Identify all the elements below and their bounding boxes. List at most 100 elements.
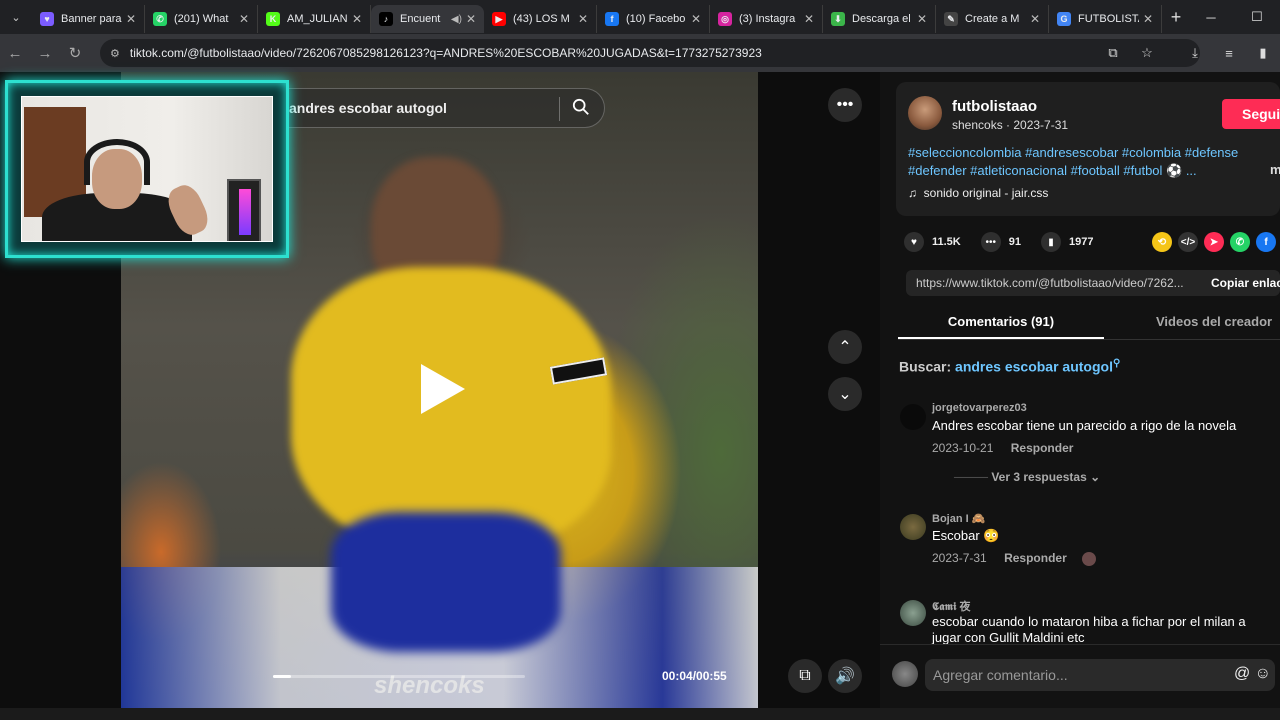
- tab-comments[interactable]: Comentarios (91): [898, 314, 1104, 329]
- browser-actions: ⧉ ☆ ⤓ ≡ ▮: [1096, 34, 1280, 72]
- tab-label: (10) Facebo: [626, 13, 686, 25]
- webcam-pc-tower: [227, 179, 261, 241]
- search-icon[interactable]: [572, 98, 590, 116]
- reply-button[interactable]: Responder: [1004, 551, 1067, 565]
- browser-tab[interactable]: ⬇ Descarga el ✕: [823, 5, 936, 33]
- browser-tab[interactable]: ▶ (43) LOS M ✕: [484, 5, 597, 33]
- browser-tab[interactable]: ♪ Encuent ◀) ✕: [371, 5, 484, 33]
- author-name[interactable]: futbolistaao: [952, 98, 1037, 115]
- tab-search-icon[interactable]: ⌄: [0, 0, 32, 34]
- install-app-icon[interactable]: ⧉: [1096, 45, 1130, 61]
- browser-tab[interactable]: ✎ Create a M ✕: [936, 5, 1049, 33]
- tab-favicon-icon: ♥: [40, 12, 54, 26]
- music-row[interactable]: ♫ sonido original - jair.css: [908, 186, 1048, 200]
- author-avatar[interactable]: [908, 96, 942, 130]
- facebook-icon[interactable]: f: [1256, 232, 1276, 252]
- more-options-icon[interactable]: •••: [828, 88, 862, 122]
- forward-icon[interactable]: →: [30, 45, 60, 62]
- site-info-icon[interactable]: ⚙: [110, 47, 120, 60]
- tab-close-icon[interactable]: ✕: [1030, 12, 1040, 26]
- new-tab-icon[interactable]: +: [1162, 7, 1190, 28]
- browser-tab[interactable]: ◎ (3) Instagra ✕: [710, 5, 823, 33]
- emoji-icon[interactable]: ☺: [1255, 665, 1271, 682]
- comment-avatar[interactable]: [900, 514, 926, 540]
- follow-button[interactable]: Seguir: [1222, 99, 1280, 129]
- comment-avatar[interactable]: [900, 600, 926, 626]
- copy-link-button[interactable]: Copiar enlace: [1211, 276, 1280, 290]
- tab-close-icon[interactable]: ✕: [917, 12, 927, 26]
- comment-date: 2023-10-21: [932, 441, 994, 455]
- comment-search-query[interactable]: andres escobar autogol: [955, 359, 1113, 375]
- browser-tab[interactable]: ✆ (201) What ✕: [145, 5, 258, 33]
- more-link[interactable]: m: [1270, 162, 1280, 177]
- media-control-icon[interactable]: ≡: [1212, 46, 1246, 61]
- comment-date: 2023-7-31: [932, 551, 987, 565]
- tab-label: (43) LOS M: [513, 13, 570, 25]
- browser-tab[interactable]: G FUTBOLISTA ✕: [1049, 5, 1162, 33]
- video-progress-bar[interactable]: [273, 675, 525, 678]
- repost-icon[interactable]: ⟲: [1152, 232, 1172, 252]
- browser-tab[interactable]: K AM_JULIAN ✕: [258, 5, 371, 33]
- url-text: tiktok.com/@futbolistaao/video/726206708…: [129, 46, 762, 60]
- comment-input-row: Agregar comentario... @ ☺: [880, 644, 1280, 708]
- comment-count: 91: [1008, 236, 1021, 248]
- browser-tab[interactable]: f (10) Facebo ✕: [597, 5, 710, 33]
- save-action[interactable]: ▮ 1977: [1041, 232, 1093, 252]
- reload-icon[interactable]: ↻: [60, 44, 90, 62]
- tab-close-icon[interactable]: ✕: [1143, 12, 1153, 26]
- comment-username[interactable]: 𝕮𝖆𝖒𝖎 夜: [932, 598, 970, 614]
- picture-in-picture-icon[interactable]: ⧉: [788, 659, 822, 693]
- comment-action[interactable]: ••• 91: [980, 232, 1021, 252]
- comment-text: Escobar 😳: [932, 528, 1000, 543]
- tab-close-icon[interactable]: ✕: [352, 12, 362, 26]
- video-search-bar[interactable]: andres escobar autogol: [250, 88, 605, 128]
- whatsapp-icon[interactable]: ✆: [1230, 232, 1250, 252]
- share-link-text[interactable]: https://www.tiktok.com/@futbolistaao/vid…: [916, 276, 1196, 290]
- tabs-container: ♥ Banner para ✕ ✆ (201) What ✕ K AM_JULIAN ✕ ♪ Enc…: [32, 1, 1162, 33]
- comment-avatar[interactable]: [900, 404, 926, 430]
- share-icons: ⟲ </> ➤ ✆ f: [1152, 232, 1280, 252]
- small-search-icon[interactable]: ⚲: [1113, 358, 1120, 369]
- tab-close-icon[interactable]: ✕: [804, 12, 814, 26]
- chevron-down-icon[interactable]: ⌄: [828, 377, 862, 411]
- action-row: ♥ 11.5K ••• 91 ▮ 1977: [904, 230, 1113, 254]
- view-replies-button[interactable]: ──── Ver 3 respuestas ⌄: [954, 470, 1100, 484]
- reply-button[interactable]: Responder: [1011, 441, 1074, 455]
- send-icon[interactable]: ➤: [1204, 232, 1224, 252]
- comment-bubble-icon[interactable]: •••: [980, 232, 1001, 252]
- browser-tab[interactable]: ♥ Banner para ✕: [32, 5, 145, 33]
- tab-close-icon[interactable]: ✕: [126, 12, 136, 26]
- comment-input[interactable]: Agregar comentario... @ ☺: [925, 659, 1275, 691]
- minimize-icon[interactable]: ─: [1188, 10, 1234, 25]
- bookmark-icon[interactable]: ▮: [1041, 232, 1061, 252]
- sidebar-tabs: Comentarios (91) Videos del creador: [898, 302, 1280, 340]
- video-hashtags[interactable]: #seleccioncolombia #andresescobar #colom…: [908, 144, 1278, 180]
- play-icon[interactable]: [421, 364, 465, 414]
- tab-close-icon[interactable]: ✕: [239, 12, 249, 26]
- tab-favicon-icon: ▶: [492, 12, 506, 26]
- comment-username[interactable]: Bojan I 🙈: [932, 512, 985, 525]
- url-field[interactable]: ⚙ tiktok.com/@futbolistaao/video/7262067…: [100, 39, 1200, 67]
- profile-icon[interactable]: ▮: [1246, 45, 1280, 61]
- tab-creator-videos[interactable]: Videos del creador: [1156, 314, 1272, 329]
- tab-label: FUTBOLISTA: [1078, 13, 1139, 25]
- tab-label: Create a M: [965, 13, 1020, 25]
- embed-icon[interactable]: </>: [1178, 232, 1198, 252]
- back-icon[interactable]: ←: [0, 45, 30, 62]
- heart-icon[interactable]: ♥: [904, 232, 924, 252]
- comment-search-row[interactable]: Buscar: andres escobar autogol⚲: [899, 358, 1120, 375]
- maximize-icon[interactable]: ☐: [1234, 9, 1280, 25]
- like-action[interactable]: ♥ 11.5K: [904, 232, 961, 252]
- comment-text: Andres escobar tiene un parecido a rigo …: [932, 418, 1237, 433]
- tab-close-icon[interactable]: ✕: [466, 12, 476, 26]
- music-note-icon: ♫: [908, 186, 917, 200]
- comment-username[interactable]: jorgetovarperez03: [932, 402, 1027, 414]
- chevron-up-icon[interactable]: ⌃: [828, 330, 862, 364]
- mention-icon[interactable]: @: [1234, 665, 1250, 682]
- tab-close-icon[interactable]: ✕: [691, 12, 701, 26]
- volume-icon[interactable]: 🔊: [828, 659, 862, 693]
- download-icon[interactable]: ⤓: [1178, 45, 1212, 61]
- tab-close-icon[interactable]: ✕: [578, 12, 588, 26]
- speaker-icon[interactable]: ◀): [451, 14, 462, 25]
- bookmark-star-icon[interactable]: ☆: [1130, 45, 1164, 61]
